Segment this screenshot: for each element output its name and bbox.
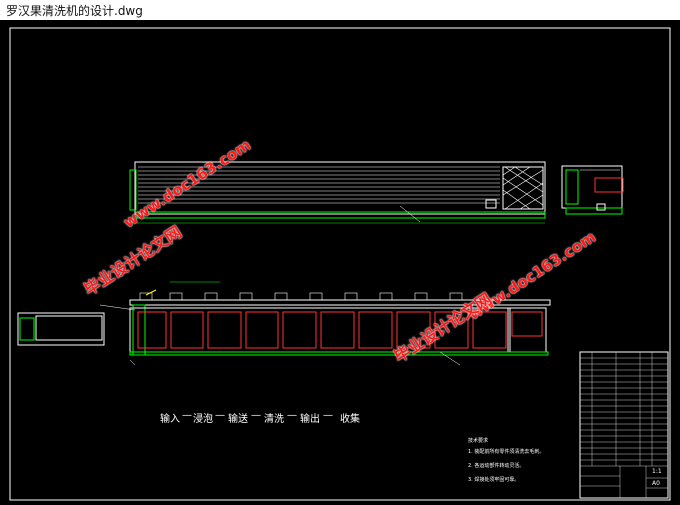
- flow-step-convey: 输送: [228, 414, 248, 425]
- flow-step-soak: 浸泡: [193, 414, 213, 425]
- end-view: [561, 165, 624, 215]
- notes-item: 1. 装配前所有零件须清洗去毛刺。: [468, 449, 545, 455]
- flow-step-input: 输入: [160, 414, 180, 425]
- notes-heading: 技术要求: [468, 438, 489, 444]
- title-block-scale: 1:1: [652, 468, 662, 475]
- notes-item: 3. 焊接处须牢固可靠。: [468, 477, 520, 483]
- drawing-svg: [9, 27, 671, 501]
- title-block: [579, 351, 669, 499]
- window-title-bar: 罗汉果清洗机的设计.dwg: [0, 0, 680, 20]
- window-title: 罗汉果清洗机的设计.dwg: [6, 4, 143, 18]
- flow-step-output: 输出: [300, 414, 320, 425]
- title-block-sheet: A0: [652, 480, 660, 487]
- flow-step-wash: 清洗: [264, 414, 284, 425]
- notes-item: 2. 各运动部件转动灵活。: [468, 463, 525, 469]
- cad-drawing-canvas[interactable]: 输入 — 浸泡 — 输送 — 清洗 — 输出 — 收集 技术要求 1. 装配前所…: [0, 20, 680, 505]
- flow-step-collect: 收集: [340, 414, 360, 425]
